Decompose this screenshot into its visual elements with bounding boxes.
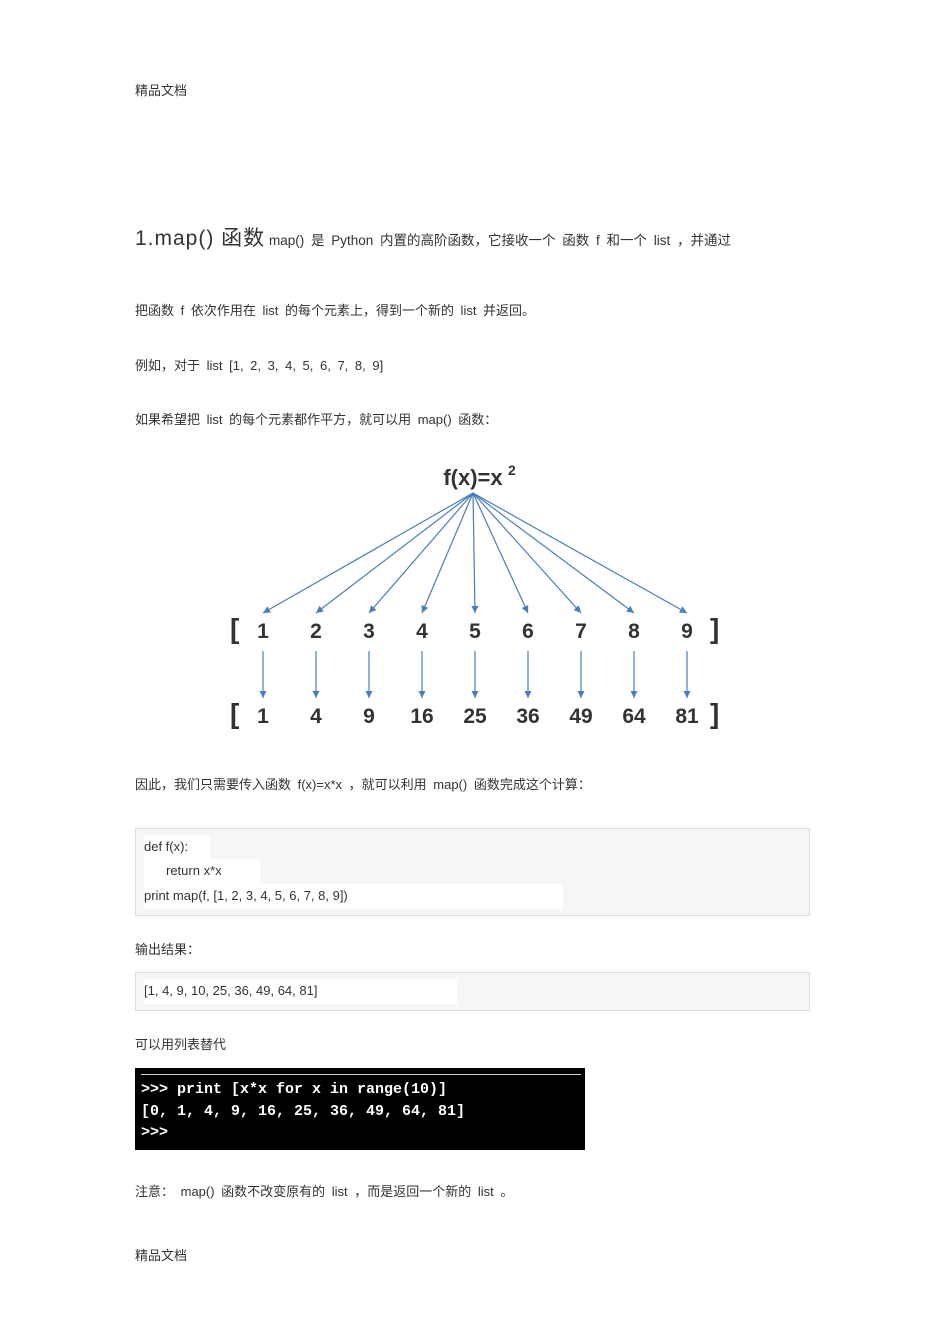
code1-l2: return x*x <box>144 859 260 884</box>
term-l2: [0, 1, 4, 9, 16, 25, 36, 49, 64, 81] <box>141 1103 465 1120</box>
para-therefore: 因此，我们只需要传入函数 f(x)=x*x ，就可以利用 map() 函数完成这… <box>135 773 810 798</box>
in-6: 6 <box>522 620 534 643</box>
in-2: 2 <box>310 620 322 643</box>
in-7: 7 <box>575 620 587 643</box>
map-function-diagram: f(x)=x 2 [ 1 2 3 4 5 6 7 8 9 ] <box>208 463 738 743</box>
code1-l1: def f(x): <box>144 835 210 860</box>
code1-l3: print map(f, [1, 2, 3, 4, 5, 6, 7, 8, 9]… <box>144 884 563 909</box>
in-1: 1 <box>257 620 269 643</box>
para-note: 注意： map() 函数不改变原有的 list ，而是返回一个新的 list 。 <box>135 1180 810 1205</box>
svg-text:]: ] <box>710 613 719 644</box>
para-square: 如果希望把 list 的每个元素都作平方，就可以用 map() 函数： <box>135 408 810 433</box>
code-block-2: [1, 4, 9, 10, 25, 36, 49, 64, 81] <box>135 972 810 1011</box>
svg-text:f(x)=x: f(x)=x <box>443 465 503 490</box>
term-l1: >>> print [x*x for x in range(10)] <box>141 1081 447 1098</box>
svg-text:]: ] <box>710 698 719 729</box>
formula-base: f(x)=x <box>443 465 503 490</box>
page-footer-tag: 精品文档 <box>135 1245 810 1264</box>
out-8: 64 <box>622 705 646 728</box>
out-9: 81 <box>675 705 699 728</box>
para-example: 例如，对于 list [1, 2, 3, 4, 5, 6, 7, 8, 9] <box>135 354 810 379</box>
in-4: 4 <box>416 620 428 643</box>
code-block-1: def f(x): return x*x print map(f, [1, 2,… <box>135 828 810 916</box>
in-9: 9 <box>681 620 693 643</box>
page-header-tag: 精品文档 <box>135 80 810 99</box>
in-8: 8 <box>628 620 640 643</box>
out-4: 16 <box>410 705 433 728</box>
section-title: 1.map() 函数 <box>135 227 265 250</box>
document-page: 精品文档 1.map() 函数 map() 是 Python 内置的高阶函数，它… <box>0 0 945 1338</box>
out-1: 1 <box>257 705 269 728</box>
para-continuation: 把函数 f 依次作用在 list 的每个元素上，得到一个新的 list 并返回。 <box>135 299 810 324</box>
in-5: 5 <box>469 620 481 643</box>
out-6: 36 <box>516 705 539 728</box>
terminal-block: >>> print [x*x for x in range(10)] [0, 1… <box>135 1068 585 1150</box>
section-title-line: 1.map() 函数 map() 是 Python 内置的高阶函数，它接收一个 … <box>135 219 810 259</box>
out-5: 25 <box>463 705 487 728</box>
in-3: 3 <box>363 620 375 643</box>
svg-text:[: [ <box>230 698 239 729</box>
out-3: 9 <box>363 705 375 728</box>
term-l3: >>> <box>141 1124 168 1141</box>
code2-l1: [1, 4, 9, 10, 25, 36, 49, 64, 81] <box>144 979 457 1004</box>
para-output: 输出结果： <box>135 938 810 963</box>
svg-text:[: [ <box>230 613 239 644</box>
out-2: 4 <box>310 705 322 728</box>
formula-exp: 2 <box>508 463 516 478</box>
out-7: 49 <box>569 705 592 728</box>
para-listcomp: 可以用列表替代 <box>135 1033 810 1058</box>
title-rest-text: map() 是 Python 内置的高阶函数，它接收一个 函数 f 和一个 li… <box>269 233 731 248</box>
